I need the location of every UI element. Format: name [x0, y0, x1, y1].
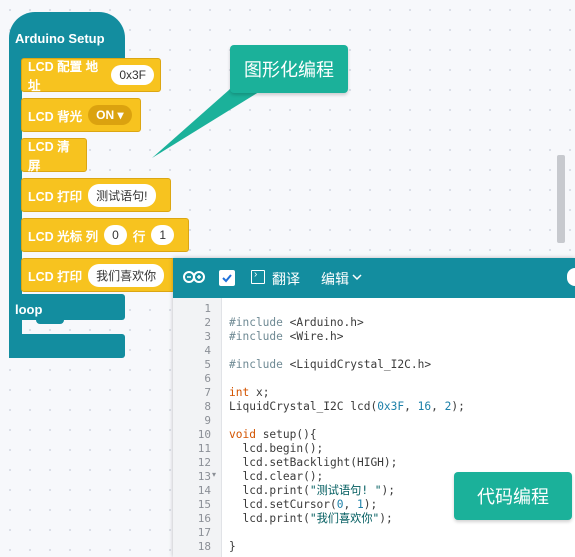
line-number: 3 — [204, 330, 211, 343]
code-line-10: void setup(){ — [229, 428, 317, 441]
graphical-programming-callout: 图形化编程 — [230, 45, 348, 93]
line-number: 1 — [204, 302, 211, 315]
code-line-18: } — [229, 540, 236, 553]
code-line-13: lcd.clear(); — [229, 470, 324, 483]
code-line-11: lcd.begin(); — [229, 442, 324, 455]
settings-icon[interactable] — [567, 268, 575, 286]
line-number: 7 — [204, 386, 211, 399]
line-number: 13 — [197, 470, 211, 483]
line-number: 18 — [197, 540, 211, 553]
code-line-14: lcd.print("测试语句! "); — [229, 484, 396, 497]
editor-toolbar: › 翻译 编辑 — [173, 258, 575, 298]
translate-icon[interactable]: › — [251, 269, 265, 284]
line-number: 14 — [197, 484, 211, 497]
line-number: 17 — [197, 526, 211, 539]
code-line-16: lcd.print("我们喜欢你"); — [229, 512, 393, 525]
code-line-7: int x; — [229, 386, 270, 399]
code-line-12: lcd.setBacklight(HIGH); — [229, 456, 398, 469]
line-number: 4 — [204, 344, 211, 357]
code-line-3: #include <Wire.h> — [229, 330, 344, 343]
line-number: 6 — [204, 372, 211, 385]
line-number: 12 — [197, 456, 211, 469]
checkbox-icon[interactable] — [219, 270, 235, 286]
line-number: 8 — [204, 400, 211, 413]
line-number: 10 — [197, 428, 211, 441]
code-line-5: #include <LiquidCrystal_I2C.h> — [229, 358, 432, 371]
line-number: 15 — [197, 498, 211, 511]
line-number: 16 — [197, 512, 211, 525]
line-number: 11 — [197, 442, 211, 455]
line-number: 9 — [204, 414, 211, 427]
edit-menu-button[interactable]: 编辑 — [321, 269, 349, 289]
chevron-down-icon — [352, 274, 362, 281]
line-number-gutter: 1 2 3 4 5 6 7 8 9 10 11 12 13 14 15 16 1… — [173, 298, 222, 557]
code-line-15: lcd.setCursor(0, 1); — [229, 498, 378, 511]
arduino-logo-icon — [183, 271, 205, 283]
translate-button[interactable]: 翻译 — [272, 269, 300, 289]
line-number: 2 — [204, 316, 211, 329]
line-number: 5 — [204, 358, 211, 371]
callout-1-pointer — [152, 82, 262, 158]
code-programming-callout: 代码编程 — [454, 472, 572, 520]
code-line-2: #include <Arduino.h> — [229, 316, 364, 329]
fold-arrow-icon[interactable]: ▾ — [212, 470, 216, 479]
code-line-8: LiquidCrystal_I2C lcd(0x3F, 16, 2); — [229, 400, 465, 413]
